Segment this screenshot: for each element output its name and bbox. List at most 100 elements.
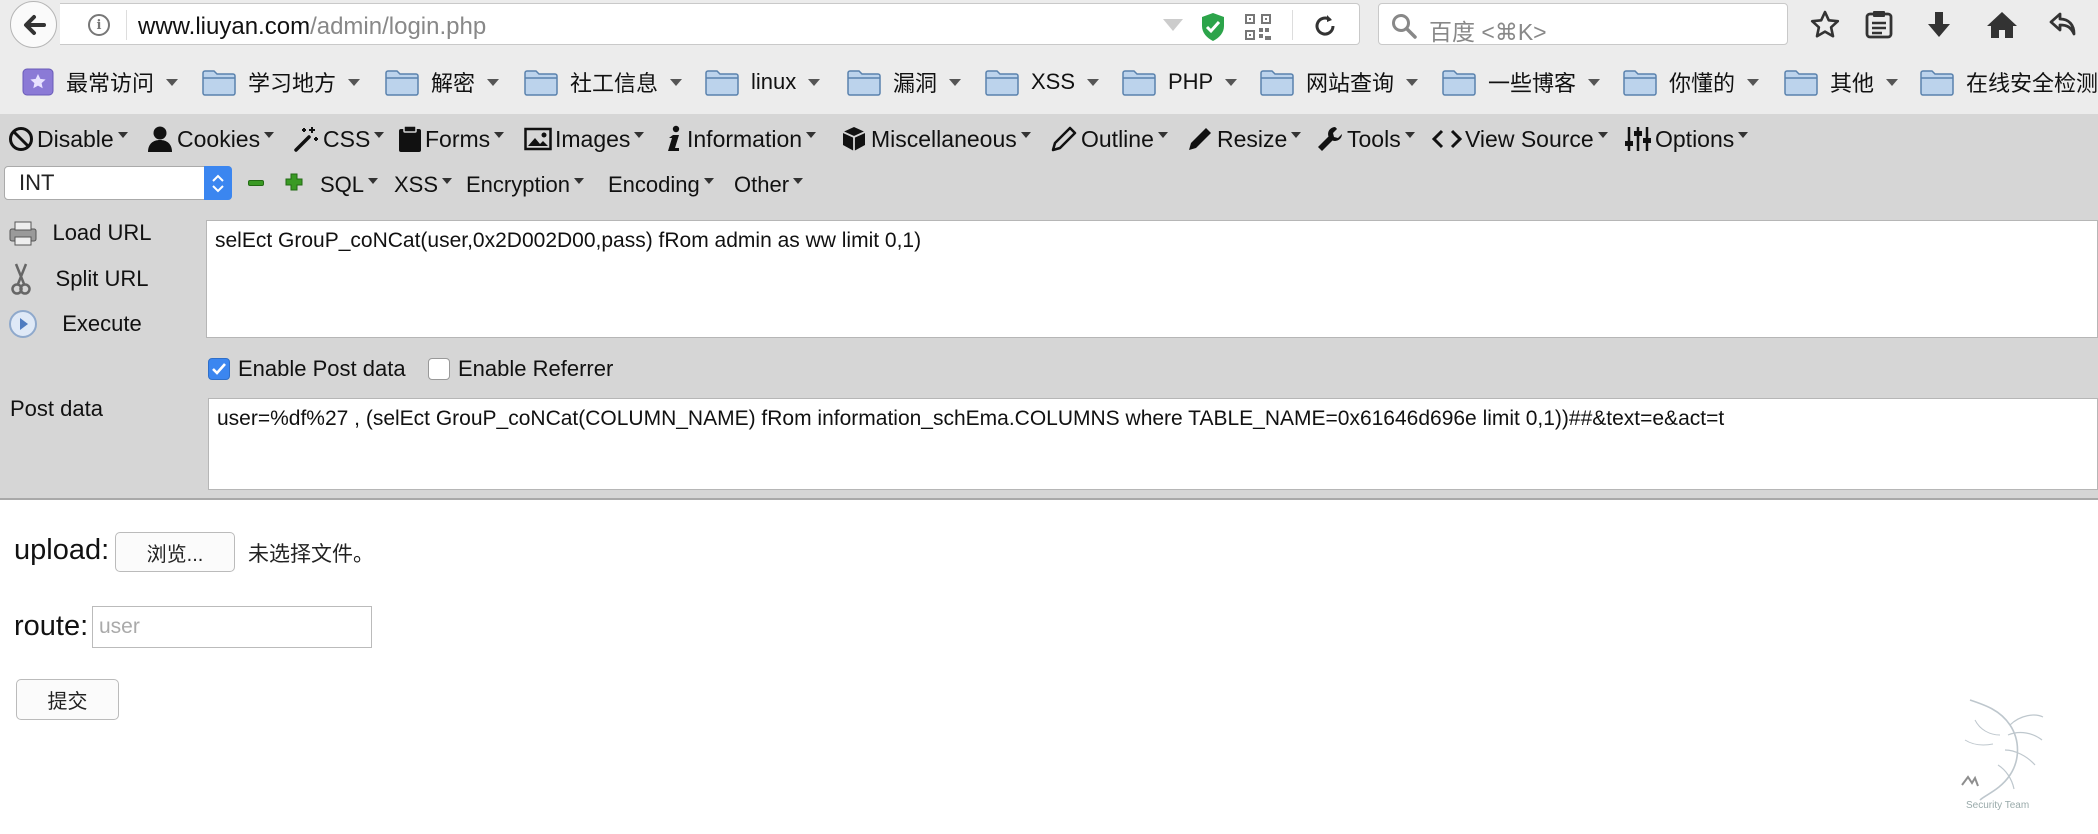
minus-icon[interactable] [248,180,264,186]
navigation-toolbar: i www.liuyan.com/admin/login.php 百度 <⌘K> [0,0,2098,50]
bookmark-label: XSS [1031,69,1076,94]
images-menu[interactable]: Images [524,120,645,158]
chevron-down-icon [703,178,714,184]
star-icon [1810,10,1840,38]
options-menu[interactable]: Options [1624,120,1749,158]
encoding-menu[interactable]: Encoding [608,168,714,202]
enable-referrer-checkbox[interactable]: Enable Referrer [428,356,613,382]
chevron-down-icon [1020,132,1031,138]
reading-list-button[interactable] [1860,6,1898,44]
bookmark-folder[interactable]: PHP [1122,62,1238,102]
home-button[interactable] [1983,6,2021,44]
upload-label: upload: [14,534,110,566]
undo-arrow-icon [2049,12,2076,36]
bookmark-folder[interactable]: 解密 [385,62,500,102]
bookmark-label: 其他 [1830,71,1875,96]
forms-menu[interactable]: Forms [398,120,505,158]
bookmark-star-button[interactable] [1806,6,1844,44]
cube-icon [842,127,866,151]
shield-icon[interactable] [1200,12,1226,42]
menu-label: Other [734,172,790,197]
submit-button[interactable]: 提交 [16,679,119,720]
watermark-text: Security Team [1966,800,2030,811]
chevron-down-icon [1597,132,1608,138]
bookmark-folder[interactable]: 一些博客 [1442,62,1601,102]
info-icon [668,125,680,151]
view-source-menu[interactable]: View Source [1432,120,1608,158]
chevron-down-icon [573,178,584,184]
back-button[interactable] [10,1,57,48]
bookmark-label: 解密 [431,71,476,96]
url-textarea[interactable]: selEct GrouP_coNCat(user,0x2D002D00,pass… [206,220,2098,338]
menu-label: Resize [1217,125,1288,152]
folder-icon [524,70,558,96]
clipboard-icon [1865,11,1893,39]
checkbox-checked-icon [208,358,230,380]
home-icon [1987,12,2017,38]
folder-icon [1442,70,1476,96]
menu-label: CSS [323,125,371,152]
miscellaneous-menu[interactable]: Miscellaneous [840,120,1031,158]
split-url-button[interactable]: Split URL [0,260,204,298]
select-arrows-icon [204,166,232,200]
url-dropdown-icon[interactable] [1163,19,1183,31]
menu-label: Images [555,125,631,152]
url-text[interactable]: www.liuyan.com/admin/login.php [138,13,486,41]
address-bar[interactable]: i www.liuyan.com/admin/login.php [60,3,1360,45]
page-content: upload: 浏览... 未选择文件。 route: user 提交 Secu… [0,500,2098,834]
execute-button[interactable]: Execute [0,305,204,343]
downloads-button[interactable] [1920,6,1958,44]
chevron-down-icon [1588,78,1601,86]
disable-menu[interactable]: Disable [8,120,128,158]
info-icon[interactable]: i [88,14,110,36]
bookmark-folder[interactable]: linux [705,62,821,102]
bookmark-folder[interactable]: 网站查询 [1260,62,1419,102]
folder-icon [1784,70,1818,96]
bookmark-folder[interactable]: 其他 [1784,62,1899,102]
code-icon [1432,129,1462,149]
web-developer-toolbar: Disable Cookies CSS Forms Images Informa… [0,114,2098,164]
bookmark-folder[interactable]: 学习地方 [202,62,361,102]
chevron-down-icon [348,78,361,86]
folder-icon [202,70,236,96]
divider [126,10,127,40]
bookmark-folder[interactable]: 社工信息 [524,62,683,102]
route-input[interactable]: user [92,606,372,648]
post-data-textarea[interactable]: user=%df%27 , (selEct GrouP_coNCat(COLUM… [208,398,2098,490]
resize-menu[interactable]: Resize [1186,120,1302,158]
cookies-menu[interactable]: Cookies [146,120,275,158]
tools-menu[interactable]: Tools [1316,120,1415,158]
chevron-down-icon [949,78,962,86]
browse-button[interactable]: 浏览... [115,532,235,572]
reload-icon[interactable] [1312,13,1338,39]
sliders-icon [1625,127,1651,151]
xss-menu[interactable]: XSS [394,168,453,202]
menu-label: XSS [394,172,439,197]
chevron-down-icon [374,132,385,138]
bookmark-folder[interactable]: 你懂的 [1623,62,1760,102]
css-menu[interactable]: CSS [292,120,385,158]
chevron-down-icon [670,78,683,86]
chevron-down-icon [442,178,453,184]
plus-icon[interactable] [285,173,303,191]
encryption-menu[interactable]: Encryption [466,168,584,202]
bookmark-folder[interactable]: 在线安全检测 [1920,62,2098,102]
sql-menu[interactable]: SQL [320,168,379,202]
outline-menu[interactable]: Outline [1050,120,1168,158]
bookmark-folder[interactable]: XSS [985,62,1100,102]
information-menu[interactable]: Information [664,120,817,158]
clipboard-icon [399,125,421,152]
dragon-logo-icon [1961,699,2044,801]
int-type-select[interactable]: INT [4,166,232,200]
search-bar[interactable]: 百度 <⌘K> [1378,3,1788,45]
enable-post-checkbox[interactable]: Enable Post data [208,356,406,382]
bookmark-label: 一些博客 [1488,71,1577,96]
qr-code-icon[interactable] [1244,13,1272,41]
bookmark-folder[interactable]: 漏洞 [847,62,962,102]
bookmark-folder-most-visited[interactable]: 最常访问 [22,62,179,102]
undo-button[interactable] [2045,6,2083,44]
other-menu[interactable]: Other [734,168,804,202]
load-url-button[interactable]: Load URL [0,214,204,252]
menu-label: Encoding [608,172,700,197]
bookmark-label: 社工信息 [570,71,659,96]
